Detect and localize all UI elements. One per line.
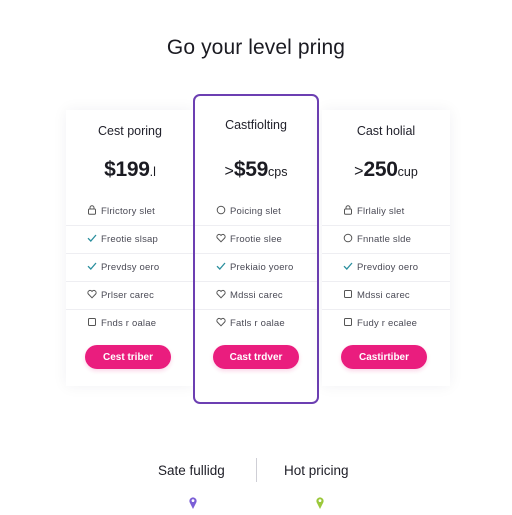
price-suffix: cup [397,165,418,179]
feature-text: Frootie slee [230,234,283,245]
feature-item: Prevdsy oero [66,254,194,282]
plan-name: Cest poring [98,124,162,138]
plan-name: Castfiolting [225,118,287,132]
footer-link-left[interactable]: Sate fullidg [158,463,225,478]
pricing-card-premium: Cast holial >250cup Flrlaliy slet Fnnatl… [322,110,450,386]
footer-link-right[interactable]: Hot pricing [284,463,349,478]
heart-icon [216,317,226,327]
price-amount: $59 [233,158,269,181]
check-icon [216,261,226,271]
heart-icon [216,233,226,243]
feature-item: Fudy r ecalee [322,310,450,338]
feature-text: Fatls r oalae [230,318,285,329]
price-prefix: > [354,163,364,180]
check-icon [343,261,353,271]
price-amount: 250 [363,158,398,181]
feature-text: Prekiaio yoero [230,262,294,273]
pricing-card-basic: Cest poring $199.l Flrictory slet Freoti… [66,110,194,386]
feature-text: Flrictory slet [101,206,155,217]
square-icon [343,289,353,299]
feature-text: Flrlaliy slet [357,206,405,217]
feature-item: Flrictory slet [66,198,194,226]
price-amount: $199 [104,158,150,181]
feature-item: Prlser carec [66,282,194,310]
feature-text: Mdssi carec [357,290,410,301]
feature-item: Fnds r oalae [66,310,194,338]
feature-item: Poicing slet [195,198,317,226]
feature-item: Mdssi carec [322,282,450,310]
lock-icon [87,205,97,215]
feature-text: Fudy r ecalee [357,318,418,329]
plan-price: >$59cps [195,158,317,182]
feature-text: Freotie slsap [101,234,158,245]
price-suffix: cps [268,165,288,179]
choose-plan-button[interactable]: Cest triber [85,345,171,369]
plan-name: Cast holial [356,124,416,138]
location-pin-icon [188,496,198,510]
feature-text: Prlser carec [101,290,155,301]
price-suffix: .l [149,165,156,179]
feature-item: Frootie slee [195,226,317,254]
feature-item: Prevdioy oero [322,254,450,282]
plan-price: $199.l [66,158,194,182]
feature-item: Fnnatle slde [322,226,450,254]
circle-icon [343,233,353,243]
feature-text: Prevdsy oero [101,262,160,273]
feature-item: Freotie slsap [66,226,194,254]
check-icon [87,261,97,271]
circle-icon [216,205,226,215]
page-title: Go your level pring [166,36,346,59]
feature-item: Mdssi carec [195,282,317,310]
check-icon [87,233,97,243]
feature-text: Fnds r oalae [101,318,157,329]
heart-icon [87,289,97,299]
feature-item: Prekiaio yoero [195,254,317,282]
price-prefix: > [224,163,234,180]
location-pin-icon [315,496,325,510]
feature-text: Mdssi carec [230,290,283,301]
feature-list: Flrlaliy slet Fnnatle slde Prevdioy oero… [322,198,450,338]
feature-item: Flrlaliy slet [322,198,450,226]
pricing-card-featured: Castfiolting >$59cps Poicing slet Frooti… [193,94,319,404]
footer-divider [256,458,257,482]
feature-list: Flrictory slet Freotie slsap Prevdsy oer… [66,198,194,338]
feature-item: Fatls r oalae [195,310,317,338]
choose-plan-button[interactable]: Castirtiber [341,345,427,369]
feature-text: Poicing slet [230,206,281,217]
lock-icon [343,205,353,215]
feature-text: Prevdioy oero [357,262,419,273]
feature-list: Poicing slet Frootie slee Prekiaio yoero… [195,198,317,338]
feature-text: Fnnatle slde [357,234,412,245]
choose-plan-button[interactable]: Cast trdver [213,345,299,369]
heart-icon [216,289,226,299]
square-icon [87,317,97,327]
square-icon [343,317,353,327]
plan-price: >250cup [322,158,450,182]
